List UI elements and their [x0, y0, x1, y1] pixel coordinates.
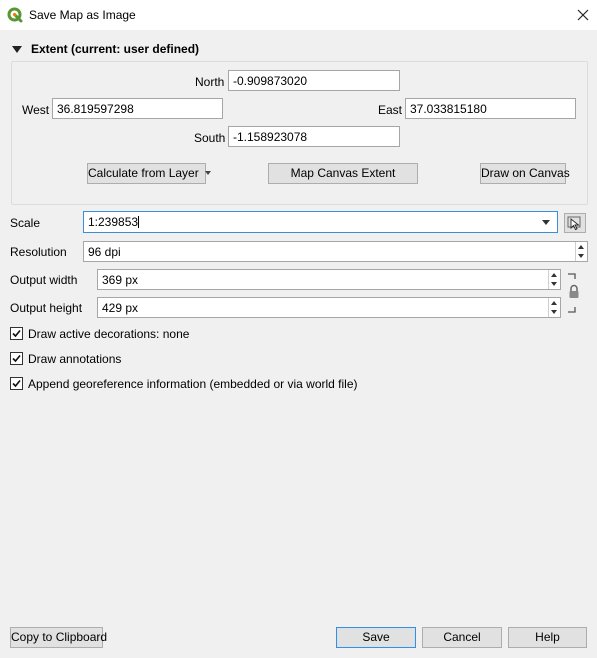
spin-up-icon[interactable] — [551, 301, 557, 305]
chevron-down-icon — [542, 220, 550, 225]
resolution-label: Resolution — [10, 245, 67, 259]
append-georeference-label[interactable]: Append georeference information (embedde… — [28, 377, 358, 391]
scale-value: 1:239853 — [88, 215, 139, 229]
output-width-spinbox[interactable]: 369 px — [97, 269, 561, 290]
scale-dropdown-button[interactable] — [537, 212, 557, 232]
help-button[interactable]: Help — [508, 627, 587, 648]
checkmark-icon — [12, 354, 21, 363]
scale-combobox[interactable]: 1:239853 — [83, 211, 558, 233]
lock-icon — [569, 284, 579, 298]
south-label: South — [194, 131, 226, 145]
calculate-from-layer-button[interactable]: Calculate from Layer — [87, 163, 211, 184]
spin-up-icon[interactable] — [578, 245, 584, 249]
output-height-spinbox[interactable]: 429 px — [97, 297, 561, 318]
south-field[interactable]: -1.158923078 — [228, 126, 400, 147]
checkmark-icon — [12, 379, 21, 388]
map-canvas-extent-button[interactable]: Map Canvas Extent — [268, 163, 418, 184]
lock-aspect-ratio-button[interactable] — [565, 271, 581, 315]
save-button[interactable]: Save — [336, 627, 416, 648]
spin-down-icon[interactable] — [578, 254, 584, 258]
draw-decorations-label[interactable]: Draw active decorations: none — [28, 327, 189, 341]
resolution-spin-buttons[interactable] — [575, 242, 587, 261]
draw-annotations-label[interactable]: Draw annotations — [28, 352, 121, 366]
collapse-triangle-icon[interactable] — [12, 46, 22, 53]
output-height-value: 429 px — [102, 301, 139, 315]
chevron-down-icon — [204, 171, 211, 175]
output-width-label: Output width — [10, 273, 78, 287]
output-width-value: 369 px — [102, 273, 139, 287]
draw-decorations-checkbox[interactable] — [10, 327, 23, 340]
spin-up-icon[interactable] — [551, 273, 557, 277]
output-height-label: Output height — [10, 301, 83, 315]
close-icon[interactable] — [573, 5, 593, 25]
east-field[interactable]: 37.033815180 — [405, 98, 576, 119]
map-pointer-icon — [567, 216, 581, 231]
text-cursor — [138, 216, 140, 228]
title-bar: Save Map as Image — [0, 0, 597, 30]
output-width-spin-buttons[interactable] — [548, 270, 560, 289]
calculate-from-layer-label: Calculate from Layer — [88, 166, 199, 180]
cancel-button[interactable]: Cancel — [422, 627, 502, 648]
west-label: West — [22, 103, 50, 117]
east-label: East — [378, 103, 403, 117]
draw-annotations-checkbox[interactable] — [10, 352, 23, 365]
copy-to-clipboard-button[interactable]: Copy to Clipboard — [10, 627, 107, 648]
west-field[interactable]: 36.819597298 — [52, 98, 223, 119]
checkmark-icon — [12, 329, 21, 338]
north-field[interactable]: -0.909873020 — [228, 70, 400, 91]
window-title: Save Map as Image — [29, 8, 136, 22]
append-georeference-checkbox[interactable] — [10, 377, 23, 390]
spin-down-icon[interactable] — [551, 282, 557, 286]
extent-group-title: Extent (current: user defined) — [31, 42, 200, 56]
spin-down-icon[interactable] — [551, 310, 557, 314]
resolution-spinbox[interactable]: 96 dpi — [83, 241, 588, 262]
north-label: North — [195, 75, 225, 89]
qgis-logo-icon — [7, 7, 23, 23]
draw-on-canvas-button[interactable]: Draw on Canvas — [480, 163, 570, 184]
resolution-value: 96 dpi — [88, 245, 121, 259]
scale-label: Scale — [10, 216, 41, 230]
output-height-spin-buttons[interactable] — [548, 298, 560, 317]
set-scale-from-map-button[interactable] — [564, 213, 586, 233]
